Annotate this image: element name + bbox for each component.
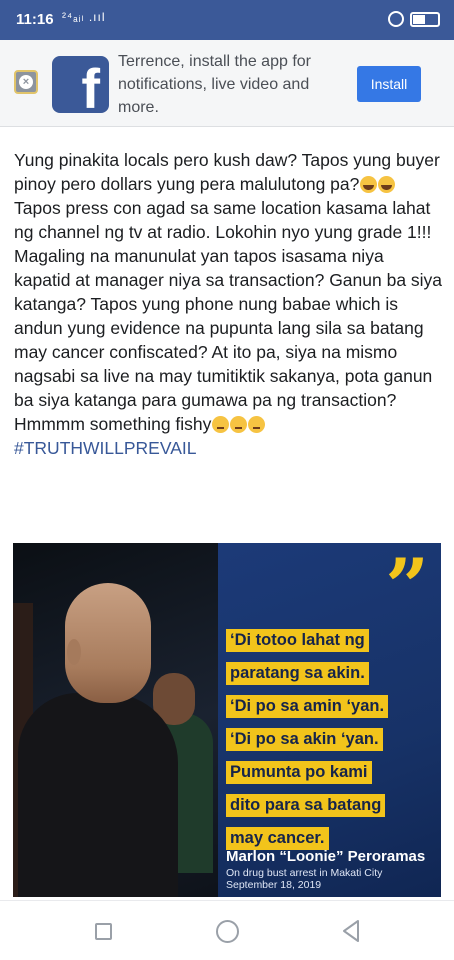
status-icons	[388, 11, 440, 27]
quote-line: ‘Di po sa amin ‘yan.	[226, 695, 389, 718]
status-bar: 11:16 ²⁴ₐᵢₗ .ııl	[0, 0, 454, 40]
thinking-emoji-icon	[230, 416, 248, 433]
quote-caption: On drug bust arrest in Makati City Septe…	[226, 867, 383, 891]
post-image[interactable]: ” ‘Di totoo lahat ng paratang sa akin. ‘…	[13, 543, 441, 897]
quote-line: ‘Di po sa akin ‘yan.	[226, 728, 383, 751]
thinking-emoji-icon	[212, 416, 230, 433]
quote-line: may cancer.	[226, 827, 329, 850]
sync-icon	[388, 11, 404, 27]
post-paragraph-2: Tapos press con agad sa same location ka…	[14, 198, 432, 242]
quote-mark-icon: ”	[385, 543, 429, 631]
person-ear	[67, 639, 81, 665]
app-install-banner: × f Terrence, install the app for notifi…	[0, 40, 454, 127]
quote-author: Marlon “Loonie” Peroramas	[226, 848, 426, 865]
laughing-emoji-icon	[378, 176, 396, 193]
close-icon[interactable]: ×	[14, 70, 38, 94]
person-body	[18, 693, 178, 897]
laughing-emoji-icon	[360, 176, 378, 193]
install-button[interactable]: Install	[357, 66, 421, 102]
quote-line: paratang sa akin.	[226, 662, 369, 685]
post-body: Yung pinakita locals pero kush daw? Tapo…	[14, 148, 444, 460]
recent-apps-icon[interactable]	[95, 923, 112, 940]
system-nav-bar	[0, 900, 454, 960]
quote-text: ‘Di totoo lahat ng paratang sa akin. ‘Di…	[226, 629, 389, 860]
hashtag-link[interactable]: #TRUTHWILLPREVAIL	[14, 436, 444, 460]
quote-line: Pumunta po kami	[226, 761, 372, 784]
post-paragraph-1: Yung pinakita locals pero kush daw? Tapo…	[14, 150, 440, 194]
status-time: 11:16	[16, 11, 54, 28]
home-icon[interactable]	[216, 920, 239, 943]
quote-line: dito para sa batang	[226, 794, 386, 817]
banner-text: Terrence, install the app for notificati…	[118, 53, 311, 116]
quote-line: ‘Di totoo lahat ng	[226, 629, 369, 652]
back-icon[interactable]	[340, 919, 362, 943]
post-paragraph-3: Magaling na manunulat yan tapos isasama …	[14, 246, 443, 434]
facebook-logo: f	[52, 56, 109, 113]
thinking-emoji-icon	[248, 416, 266, 433]
signal-icon: ²⁴ₐᵢₗ .ııl	[62, 10, 106, 24]
battery-icon	[410, 11, 440, 27]
